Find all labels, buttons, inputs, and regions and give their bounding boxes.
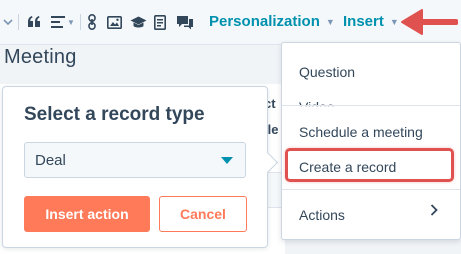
chevron-down-icon[interactable] xyxy=(2,12,14,32)
chevron-down-icon: ▼ xyxy=(325,16,335,27)
record-type-select[interactable]: Deal xyxy=(24,142,246,178)
quote-icon[interactable] xyxy=(26,12,42,32)
page-title: Meeting xyxy=(4,46,77,68)
personalization-label: Personalization xyxy=(209,13,320,30)
graduation-cap-icon[interactable] xyxy=(129,12,147,32)
caret-down-icon xyxy=(221,157,233,164)
menu-divider xyxy=(282,189,460,190)
chevron-down-icon: ▼ xyxy=(389,16,399,27)
chat-icon[interactable] xyxy=(175,12,195,32)
menu-item-question[interactable]: Question xyxy=(299,64,355,80)
menu-item-actions[interactable]: Actions xyxy=(299,207,345,223)
menu-item-video[interactable]: Video xyxy=(299,99,335,106)
cancel-button[interactable]: Cancel xyxy=(159,196,247,232)
insert-menu[interactable]: Insert ▼ xyxy=(343,13,399,30)
align-icon[interactable]: ▼ xyxy=(50,12,76,32)
menu-item-create-record[interactable]: Create a record xyxy=(299,159,396,175)
chevron-right-icon xyxy=(430,203,438,221)
record-type-popover: Select a record type Deal Insert action … xyxy=(2,86,279,248)
menu-item-schedule-meeting[interactable]: Schedule a meeting xyxy=(299,124,423,140)
document-icon[interactable] xyxy=(153,12,167,32)
annotation-arrow-icon xyxy=(400,8,459,41)
select-value: Deal xyxy=(35,152,66,169)
personalization-menu[interactable]: Personalization ▼ xyxy=(209,13,335,30)
image-icon[interactable] xyxy=(106,12,122,32)
insert-dropdown-menu: Question Video Schedule a meeting Create… xyxy=(281,42,461,240)
link-icon[interactable] xyxy=(86,12,98,32)
editor-toolbar: ▼ Personalization ▼ Insert ▼ xyxy=(0,0,461,45)
submenu-divider xyxy=(282,105,460,106)
insert-label: Insert xyxy=(343,13,384,30)
insert-action-button[interactable]: Insert action xyxy=(24,196,150,232)
popover-title: Select a record type xyxy=(24,104,205,125)
